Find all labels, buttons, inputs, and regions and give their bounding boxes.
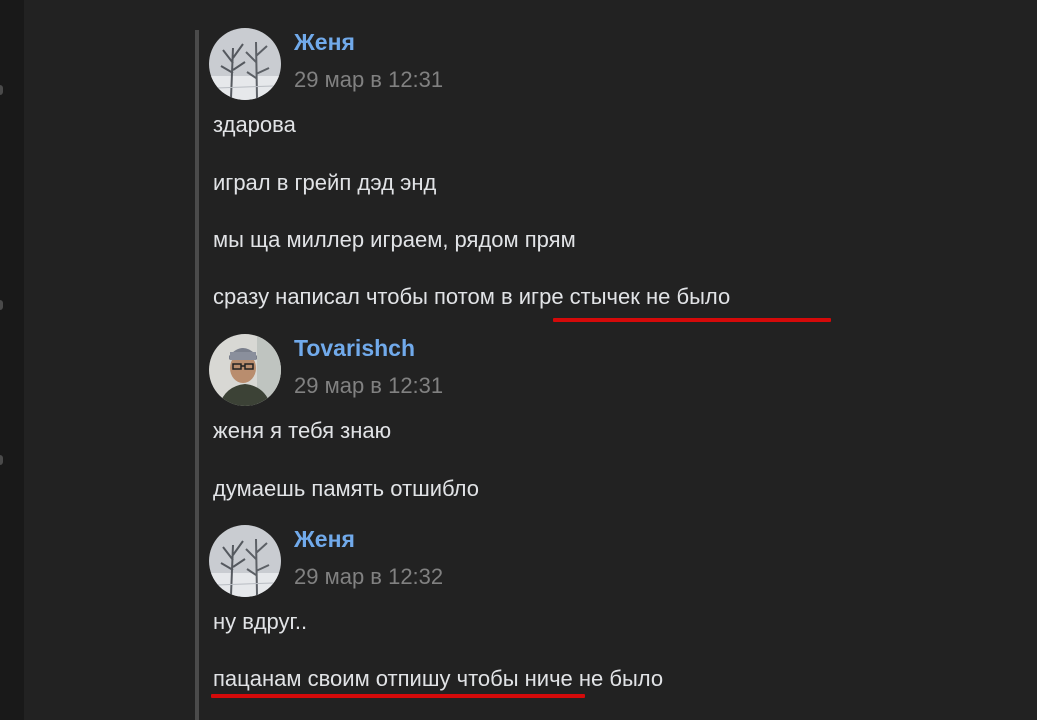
message-text: мы ща миллер играем, рядом прям bbox=[213, 227, 576, 252]
left-panel-marker bbox=[0, 300, 3, 310]
message-text: женя я тебя знаю bbox=[213, 418, 392, 443]
left-panel-marker bbox=[0, 85, 3, 95]
message-timestamp[interactable]: 29 мар в 12:32 bbox=[294, 566, 443, 588]
message-text: ну вдруг.. bbox=[213, 609, 308, 634]
left-panel-edge bbox=[0, 0, 24, 720]
avatar-zhenya[interactable] bbox=[209, 28, 281, 100]
message-text: думаешь память отшибло bbox=[213, 476, 479, 501]
message-text: сразу написал чтобы потом в игре стычек … bbox=[213, 284, 731, 309]
message-text: здарова bbox=[213, 112, 296, 137]
red-underline-annotation bbox=[211, 694, 585, 698]
forwarded-messages-bar bbox=[195, 30, 199, 720]
message-timestamp[interactable]: 29 мар в 12:31 bbox=[294, 375, 443, 397]
left-panel-marker bbox=[0, 455, 3, 465]
red-underline-annotation bbox=[553, 318, 831, 322]
author-name[interactable]: Женя bbox=[294, 31, 355, 54]
author-name[interactable]: Женя bbox=[294, 528, 355, 551]
message-text: пацанам своим отпишу чтобы ниче не было bbox=[213, 666, 664, 691]
message-timestamp[interactable]: 29 мар в 12:31 bbox=[294, 69, 443, 91]
author-name[interactable]: Tovarishch bbox=[294, 337, 415, 360]
message-text: играл в грейп дэд энд bbox=[213, 170, 437, 195]
avatar-zhenya[interactable] bbox=[209, 525, 281, 597]
avatar-tovarishch[interactable] bbox=[209, 334, 281, 406]
